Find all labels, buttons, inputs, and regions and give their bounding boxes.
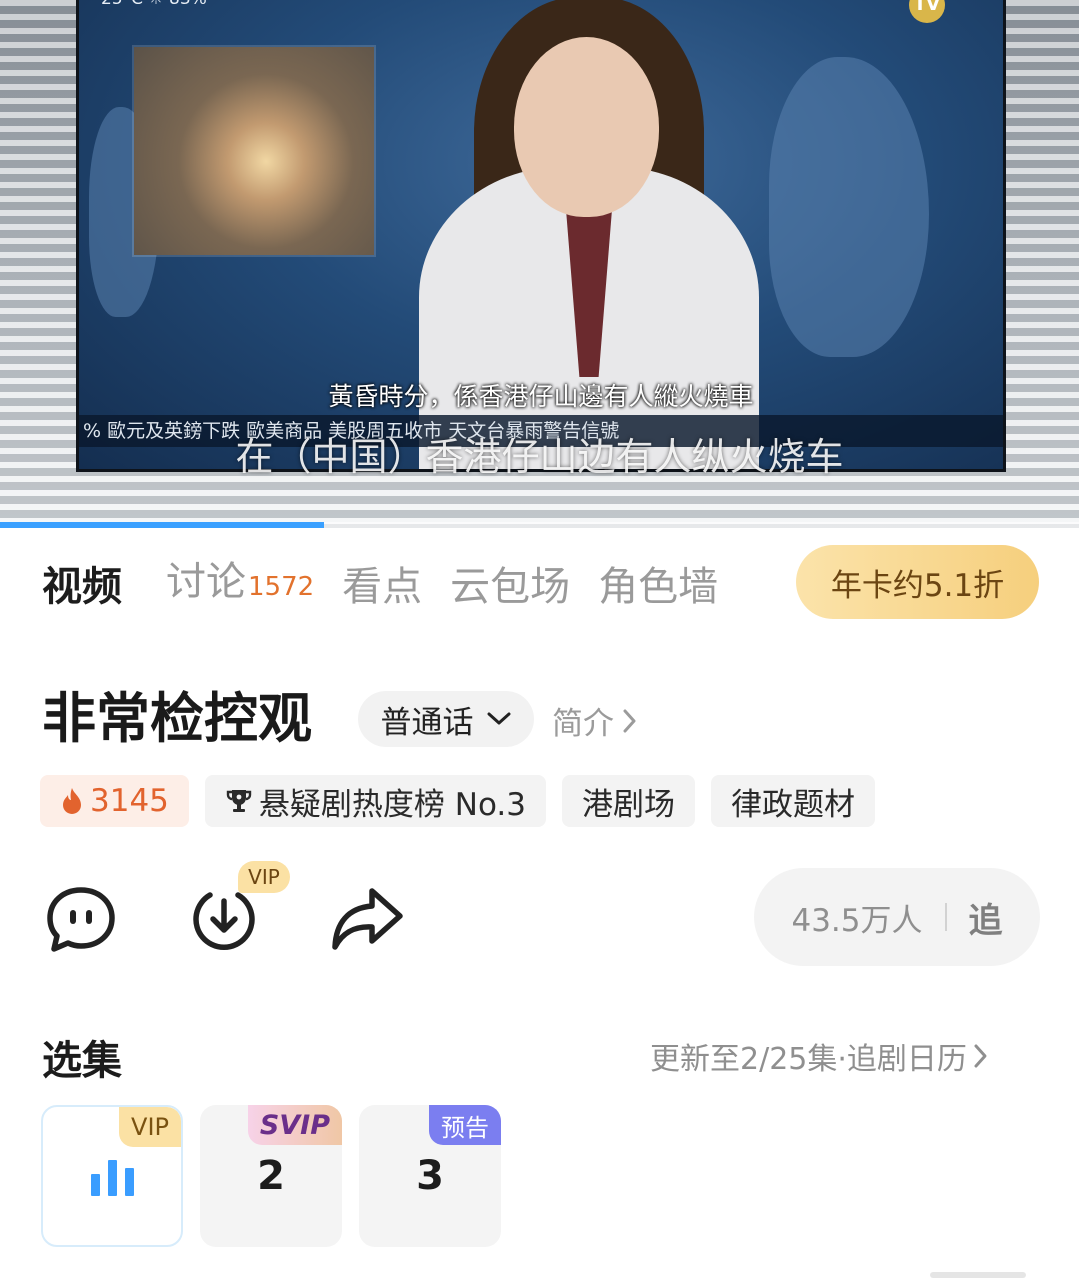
download-icon: [193, 892, 255, 950]
episode-calendar-link[interactable]: 更新至2/25集·追剧日历: [650, 1034, 989, 1078]
language-selector[interactable]: 普通话: [358, 691, 534, 747]
tv-frame: 25°C ☀ 83% TV 黃昏時分，係香港仔山邊有人縱火燒車 % 歐元及英鎊下…: [76, 0, 1006, 472]
news-anchor-face: [514, 37, 659, 217]
video-progress-fill: [0, 522, 324, 528]
intro-link[interactable]: 简介: [552, 698, 638, 743]
tv-subtitle: 黃昏時分，係香港仔山邊有人縱火燒車: [328, 382, 754, 411]
tag-row: 3145 悬疑剧热度榜 No.3 港剧场 律政题材: [40, 775, 891, 827]
language-label: 普通话: [380, 704, 474, 741]
follow-button[interactable]: 43.5万人 追: [754, 868, 1040, 966]
episode-number: 3: [416, 1153, 444, 1199]
tab-highlights[interactable]: 看点: [342, 562, 422, 612]
video-player[interactable]: 25°C ☀ 83% TV 黃昏時分，係香港仔山邊有人縱火燒車 % 歐元及英鎊下…: [0, 0, 1079, 528]
follow-count: 43.5万人: [791, 902, 923, 939]
tab-discussion-count: 1572: [248, 572, 315, 602]
rank-tag[interactable]: 悬疑剧热度榜 No.3: [204, 775, 546, 827]
share-icon: [332, 888, 403, 950]
video-subtitle: 在（中国）香港仔山边有人纵火烧车: [235, 435, 844, 479]
video-progress-bar[interactable]: [0, 522, 1079, 528]
annual-card-promo-button[interactable]: 年卡约5.1折: [796, 545, 1039, 619]
follow-label: 追: [968, 900, 1003, 941]
preview-badge: 预告: [429, 1105, 501, 1145]
tab-discussion[interactable]: 讨论1572: [166, 557, 314, 612]
genre-tag[interactable]: 律政题材: [710, 775, 875, 827]
tab-video[interactable]: 视频: [42, 562, 122, 612]
comment-button[interactable]: [42, 880, 120, 958]
home-indicator[interactable]: [930, 1272, 1026, 1278]
content-tabs: 视频 讨论1572 看点 云包场 角色墙: [42, 558, 746, 612]
tv-weather-readout: 25°C ☀ 83%: [101, 0, 207, 9]
tab-discussion-label: 讨论: [166, 559, 246, 605]
vip-badge: VIP: [119, 1107, 181, 1147]
episode-2-button[interactable]: 2 SVIP: [200, 1105, 342, 1247]
tab-character-wall[interactable]: 角色墙: [598, 562, 718, 612]
follow-divider: [944, 903, 947, 931]
heat-value: 3145: [90, 783, 169, 819]
channel-tag[interactable]: 港剧场: [561, 775, 695, 827]
chevron-down-icon: [487, 712, 510, 725]
now-playing-icon: [87, 1156, 138, 1196]
intro-label: 简介: [552, 706, 614, 742]
chevron-right-icon: [974, 1044, 987, 1068]
chevron-right-icon: [623, 709, 636, 732]
episode-1-button[interactable]: VIP: [41, 1105, 183, 1247]
episode-update-info: 更新至2/25集·追剧日历: [650, 1042, 967, 1077]
comment-icon: [47, 887, 115, 952]
share-button[interactable]: [328, 880, 406, 958]
svip-badge: SVIP: [247, 1105, 342, 1145]
trophy-icon: [225, 787, 253, 815]
episode-number: 2: [257, 1153, 285, 1199]
rank-label: 悬疑剧热度榜 No.3: [258, 786, 526, 823]
episodes-section-title: 选集: [42, 1038, 122, 1084]
download-vip-badge: VIP: [238, 861, 290, 893]
show-title: 非常检控观: [42, 687, 312, 750]
news-inset-image: [134, 47, 374, 255]
tab-cloud-screening[interactable]: 云包场: [450, 562, 570, 612]
flame-icon: [60, 787, 84, 815]
episode-3-button[interactable]: 3 预告: [359, 1105, 501, 1247]
heat-tag[interactable]: 3145: [40, 775, 189, 827]
